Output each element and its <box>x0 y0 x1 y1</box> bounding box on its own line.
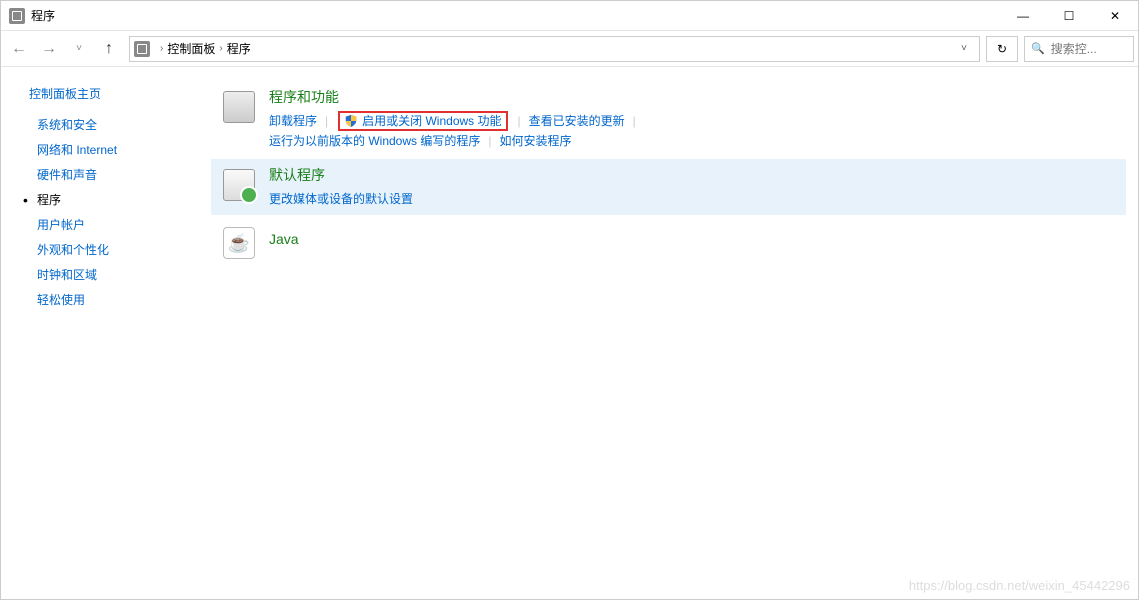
back-button[interactable]: ← <box>5 35 33 63</box>
address-icon <box>134 41 150 57</box>
up-button[interactable]: ↑ <box>95 35 123 63</box>
address-bar[interactable]: › 控制面板 › 程序 ˅ <box>129 36 980 62</box>
link-compat[interactable]: 运行为以前版本的 Windows 编写的程序 <box>269 131 480 151</box>
refresh-button[interactable]: ↻ <box>986 36 1018 62</box>
address-dropdown[interactable]: ˅ <box>953 43 975 54</box>
sidebar-item-ease[interactable]: 轻松使用 <box>37 291 211 308</box>
sidebar-item-appearance[interactable]: 外观和个性化 <box>37 241 211 258</box>
java-icon: ☕ <box>219 223 259 263</box>
window: 程序 — ☐ ✕ ← → ˅ ↑ › 控制面板 › 程序 ˅ ↻ 🔍 搜索控..… <box>0 0 1139 600</box>
sidebar-item-users[interactable]: 用户帐户 <box>37 216 211 233</box>
search-icon: 🔍 <box>1031 42 1045 55</box>
programs-icon <box>219 87 259 127</box>
link-windows-features[interactable]: 启用或关闭 Windows 功能 <box>362 111 501 131</box>
breadcrumb-seg-2[interactable]: 程序 <box>227 40 251 57</box>
link-view-updates[interactable]: 查看已安装的更新 <box>529 111 625 131</box>
sidebar-item-hardware[interactable]: 硬件和声音 <box>37 166 211 183</box>
navbar: ← → ˅ ↑ › 控制面板 › 程序 ˅ ↻ 🔍 搜索控... <box>1 31 1138 67</box>
section-defaults[interactable]: 默认程序 更改媒体或设备的默认设置 <box>211 159 1126 215</box>
link-media-defaults[interactable]: 更改媒体或设备的默认设置 <box>269 189 413 209</box>
search-input[interactable]: 🔍 搜索控... <box>1024 36 1134 62</box>
chevron-right-icon: › <box>156 43 167 54</box>
link-uninstall[interactable]: 卸载程序 <box>269 111 317 131</box>
close-button[interactable]: ✕ <box>1092 1 1138 31</box>
java-title[interactable]: Java <box>269 231 1118 247</box>
shield-icon <box>344 114 358 128</box>
link-how-install[interactable]: 如何安装程序 <box>499 131 571 151</box>
defaults-title[interactable]: 默认程序 <box>269 165 1118 185</box>
chevron-right-icon: › <box>215 43 226 54</box>
sidebar-heading[interactable]: 控制面板主页 <box>29 85 211 102</box>
sidebar-item-network[interactable]: 网络和 Internet <box>37 141 211 158</box>
search-placeholder: 搜索控... <box>1051 40 1097 57</box>
highlight-box: 启用或关闭 Windows 功能 <box>338 111 507 131</box>
recent-dropdown[interactable]: ˅ <box>65 35 93 63</box>
main: 程序和功能 卸载程序 | 启用或关闭 Windows 功能 | 查看已安装的更新… <box>211 67 1138 599</box>
forward-button[interactable]: → <box>35 35 63 63</box>
sidebar: 控制面板主页 系统和安全 网络和 Internet 硬件和声音 程序 用户帐户 … <box>1 67 211 599</box>
sidebar-item-programs[interactable]: 程序 <box>37 191 211 208</box>
programs-title[interactable]: 程序和功能 <box>269 87 1118 107</box>
sidebar-item-system[interactable]: 系统和安全 <box>37 116 211 133</box>
defaults-icon <box>219 165 259 205</box>
section-programs: 程序和功能 卸载程序 | 启用或关闭 Windows 功能 | 查看已安装的更新… <box>211 81 1126 157</box>
breadcrumb-seg-1[interactable]: 控制面板 <box>167 40 215 57</box>
minimize-button[interactable]: — <box>1000 1 1046 31</box>
body: 控制面板主页 系统和安全 网络和 Internet 硬件和声音 程序 用户帐户 … <box>1 67 1138 599</box>
window-title: 程序 <box>31 7 55 24</box>
titlebar: 程序 — ☐ ✕ <box>1 1 1138 31</box>
app-icon <box>9 8 25 24</box>
maximize-button[interactable]: ☐ <box>1046 1 1092 31</box>
sidebar-item-clock[interactable]: 时钟和区域 <box>37 266 211 283</box>
section-java: ☕ Java <box>211 217 1126 269</box>
